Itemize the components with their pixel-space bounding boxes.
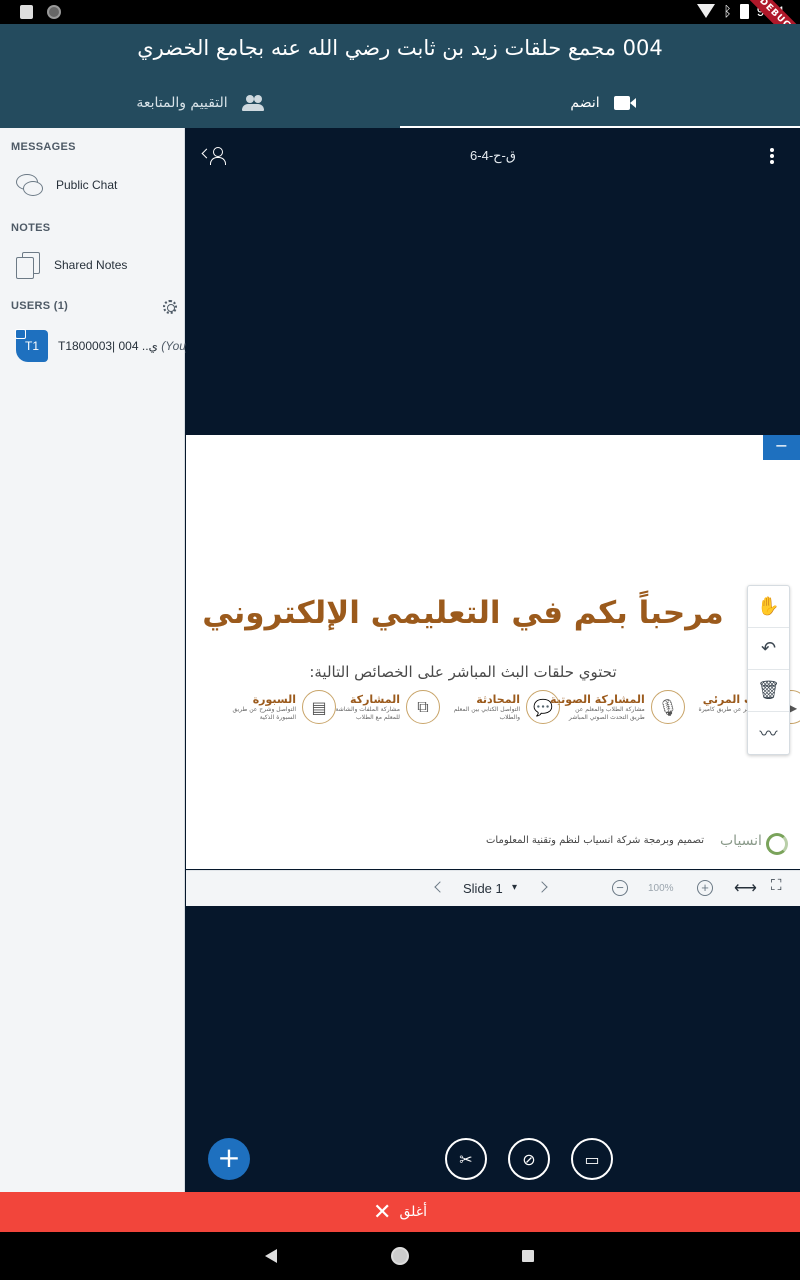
tab-bar: التقييم والمتابعة انضم <box>0 78 800 128</box>
draw-tool-icon[interactable]: 〰 <box>748 712 789 754</box>
close-button[interactable]: أغلق ✕ <box>0 1192 800 1232</box>
slide-selector[interactable]: Slide 1 <box>463 881 503 896</box>
slide-footer: تصميم وبرمجة شركة انسياب لنظم وتقنية الم… <box>486 835 704 846</box>
slide-controls-bar: Slide 1 ▾ − 100% + ⟷ ⛶ <box>186 870 800 906</box>
fullscreen-icon[interactable]: ⛶ <box>771 877 782 894</box>
user-list-item[interactable]: T1 T1800003| 004 ..ي (You) <box>15 329 190 362</box>
room-header: ق-ح-4-6 <box>186 128 800 184</box>
minimize-presentation-button[interactable]: − <box>763 435 800 460</box>
feature-title: المشاركة الصوتية <box>550 692 645 706</box>
tab-evaluation-label: التقييم والمتابعة <box>136 95 228 111</box>
users-section-title: USERS (1) <box>11 300 69 312</box>
sync-icon <box>47 5 61 19</box>
whiteboard-icon: ▤ <box>302 690 336 724</box>
avatar-initials: T1 <box>24 339 39 353</box>
feature-audio: 🎙 المشاركة الصوتية مشاركة الطلاب والمعلم … <box>550 690 685 724</box>
meeting-controls: + ✂ ⊘ ▭ <box>186 1138 800 1184</box>
notification-icons <box>20 5 61 19</box>
close-label: أغلق <box>399 1204 427 1220</box>
chevron-down-icon[interactable]: ▾ <box>512 882 517 893</box>
chat-bubble-icon: 💬 <box>526 690 560 724</box>
sidebar-item-shared-notes[interactable]: Shared Notes <box>16 252 128 279</box>
tab-join[interactable]: انضم <box>400 78 800 128</box>
zoom-in-button[interactable]: + <box>697 880 713 896</box>
tab-evaluation[interactable]: التقييم والمتابعة <box>0 78 400 128</box>
recent-apps-icon[interactable] <box>522 1250 534 1262</box>
slide-subheading: تحتوي حلقات البث المباشر على الخصائص الت… <box>309 663 617 681</box>
feature-title: المحادثة <box>476 692 520 706</box>
zoom-level: 100% <box>648 883 674 894</box>
feature-chat: 💬 المحادثة التواصل الكتابي بين المعلم وال… <box>438 690 560 724</box>
chat-icon <box>16 174 43 196</box>
more-options-icon[interactable] <box>770 148 774 164</box>
company-logo-text: انسياب <box>720 833 762 849</box>
avatar: T1 <box>15 329 48 362</box>
previous-slide-button[interactable] <box>434 881 446 893</box>
tab-join-label: انضم <box>570 95 600 111</box>
messages-section-title: MESSAGES <box>11 141 76 153</box>
mute-microphone-button[interactable]: ✂ <box>445 1138 487 1180</box>
video-camera-icon <box>613 96 636 110</box>
sidebar: MESSAGES Public Chat NOTES Shared Notes … <box>0 128 190 1192</box>
battery-icon <box>739 3 749 19</box>
feature-share: ⧉ المشاركة مشاركة الملفات والشاشة للمعلم … <box>318 690 440 724</box>
feature-desc: التواصل وشرح عن طريق السبورة الذكية <box>232 705 296 721</box>
system-navigation-bar <box>0 1232 800 1280</box>
user-name-text: T1800003| 004 ..ي <box>58 339 158 353</box>
room-name: ق-ح-4-6 <box>470 148 516 163</box>
zoom-out-button[interactable]: − <box>612 880 628 896</box>
share-screen-button[interactable]: ▭ <box>571 1138 613 1180</box>
bluetooth-icon: ᛒ <box>723 3 732 19</box>
feature-desc: مشاركة الطلاب والمعلم عن طريق التحدث الص… <box>568 705 645 721</box>
share-icon: ⧉ <box>406 690 440 724</box>
user-name: T1800003| 004 ..ي (You) <box>58 339 190 353</box>
trash-icon[interactable]: 🗑 <box>748 670 789 712</box>
back-icon[interactable] <box>265 1249 277 1263</box>
app-header: 004 مجمع حلقات زيد بن ثابت رضي الله عنه … <box>0 24 800 128</box>
share-camera-button[interactable]: ⊘ <box>508 1138 550 1180</box>
status-bar: ᛒ 9:54 DEBUG <box>0 0 800 59</box>
feature-list: ▶ البث المرئيبث مباشر عن طريق كاميرة الم… <box>186 690 800 740</box>
wifi-icon <box>697 4 716 18</box>
feature-title: السبورة <box>252 692 296 706</box>
home-icon[interactable] <box>391 1247 409 1265</box>
whiteboard-toolbar: ✋ ↶ 🗑 〰 <box>747 585 790 755</box>
feature-desc: التواصل الكتابي بين المعلم والطلاب <box>453 705 520 721</box>
next-slide-button[interactable] <box>536 881 548 893</box>
public-chat-label: Public Chat <box>56 178 118 192</box>
presentation-area: ق-ح-4-6 − مرحباً بكم في التعليمي الإلكتر… <box>186 128 800 1192</box>
company-logo-icon <box>766 833 788 855</box>
notes-icon <box>16 252 40 279</box>
people-icon <box>241 95 264 111</box>
shared-notes-label: Shared Notes <box>54 258 128 272</box>
close-icon: ✕ <box>373 1199 392 1225</box>
hand-tool-icon[interactable]: ✋ <box>748 586 789 628</box>
gear-icon[interactable] <box>163 300 177 314</box>
page-title: 004 مجمع حلقات زيد بن ثابت رضي الله عنه … <box>137 36 663 60</box>
fit-width-icon[interactable]: ⟷ <box>734 878 757 898</box>
sidebar-item-public-chat[interactable]: Public Chat <box>16 174 117 196</box>
slide-heading: مرحباً بكم في التعليمي الإلكتروني <box>202 595 724 631</box>
actions-button[interactable]: + <box>208 1138 250 1180</box>
undo-icon[interactable]: ↶ <box>748 628 789 670</box>
presentation-slide: − مرحباً بكم في التعليمي الإلكتروني تحتو… <box>186 435 800 869</box>
sd-card-icon <box>20 5 33 19</box>
feature-whiteboard: ▤ السبورة التواصل وشرح عن طريق السبورة ال… <box>214 690 336 724</box>
microphone-icon: 🎙 <box>650 690 685 724</box>
presenter-icon <box>15 329 26 339</box>
notes-section-title: NOTES <box>11 222 51 234</box>
